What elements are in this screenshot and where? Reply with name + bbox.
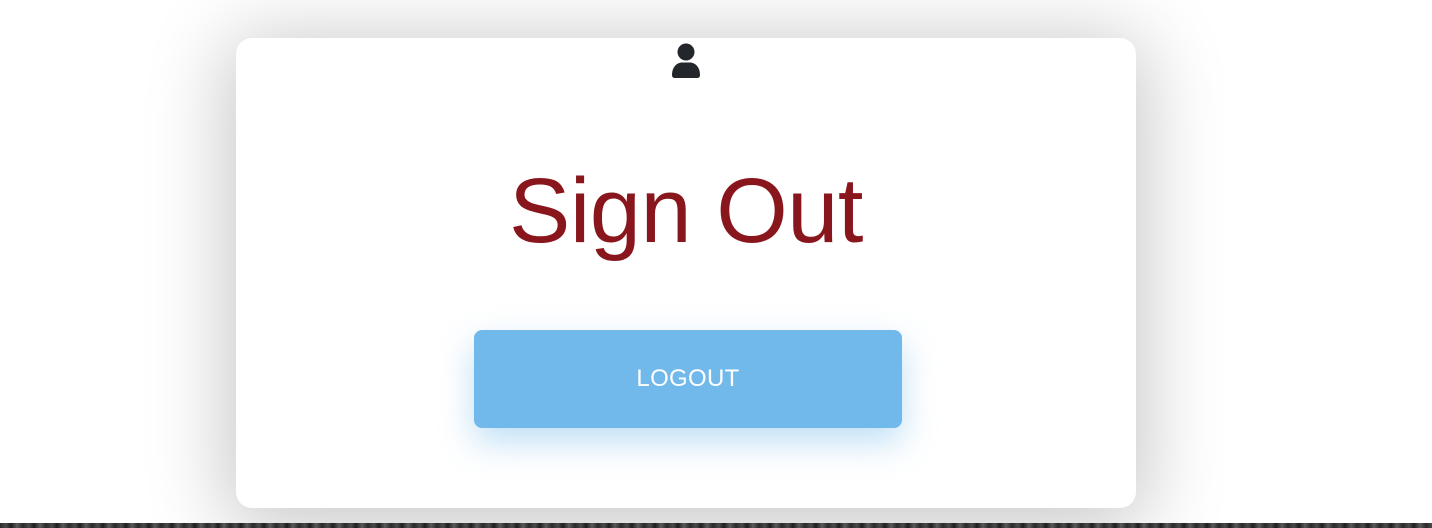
page: Sign Out LOGOUT (0, 0, 1432, 528)
background-strip (0, 523, 1432, 528)
signout-card: Sign Out LOGOUT (236, 38, 1136, 508)
logout-button[interactable]: LOGOUT (474, 330, 902, 428)
page-title: Sign Out (509, 160, 863, 262)
user-icon (670, 42, 702, 78)
